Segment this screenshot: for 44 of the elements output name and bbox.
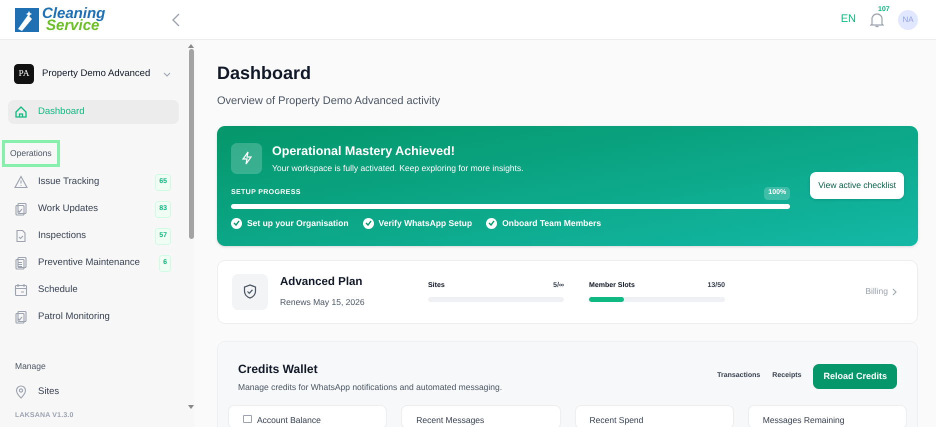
location-pin-icon [14, 385, 28, 400]
clipboard-icon [14, 256, 28, 270]
logo-text: Cleaning [42, 8, 106, 20]
card-label: Account Balance [257, 414, 321, 427]
logo-text: Service [46, 20, 100, 32]
card-label: Recent Messages [416, 414, 484, 427]
banner-subtitle: Your workspace is fully activated. Keep exploring for more insights. [272, 162, 524, 176]
wallet-title: Credits Wallet [238, 360, 319, 378]
step-label: Set up your Organisation [247, 216, 349, 230]
sidebar-item[interactable]: Patrol Monitoring [8, 304, 179, 331]
wallet-icon [243, 415, 252, 424]
home-icon [14, 105, 28, 119]
shield-icon [232, 274, 268, 310]
section-title: Manage [14, 360, 46, 373]
document-icon [14, 229, 28, 244]
scroll-down-icon[interactable] [188, 405, 194, 409]
copy-icon [14, 310, 28, 324]
org-avatar: PA [14, 64, 34, 84]
calendar-icon [14, 283, 28, 298]
scrollbar-thumb[interactable] [188, 49, 194, 239]
sidebar-item[interactable]: Sites [8, 378, 179, 406]
card-label: Recent Spend [590, 414, 644, 427]
section-title: Operations [2, 140, 60, 167]
page-subtitle: Overview of Property Demo Advanced activity [217, 94, 442, 109]
chevron-down-icon[interactable] [163, 72, 171, 76]
reload-credits-button[interactable]: Reload Credits [813, 364, 897, 390]
sidebar-item[interactable]: Schedule [8, 276, 179, 304]
page-title: Dashboard [217, 62, 312, 85]
lightning-icon [231, 142, 262, 174]
collapse-icon[interactable] [171, 12, 181, 26]
step-label: Verify WhatsApp Setup [378, 216, 472, 230]
bell-icon[interactable] [870, 12, 884, 28]
step-label: Onboard Team Members [502, 216, 602, 230]
checklist-button[interactable]: View active checklist [810, 172, 904, 199]
plan-name: Advanced Plan [280, 275, 364, 290]
card-label: Messages Remaining [762, 414, 844, 427]
warning-icon [14, 175, 28, 190]
wallet-subtitle: Manage credits for WhatsApp notifications and automated messaging. [238, 380, 502, 394]
logo-icon [14, 6, 40, 32]
plan-renewal: Renews May 15, 2026 [280, 296, 366, 309]
banner-title: Operational Mastery Achieved! [272, 142, 456, 160]
chevron-right-icon[interactable] [892, 288, 897, 296]
copy-icon [14, 202, 28, 216]
org-name[interactable]: Property Demo Advanced [42, 66, 150, 82]
